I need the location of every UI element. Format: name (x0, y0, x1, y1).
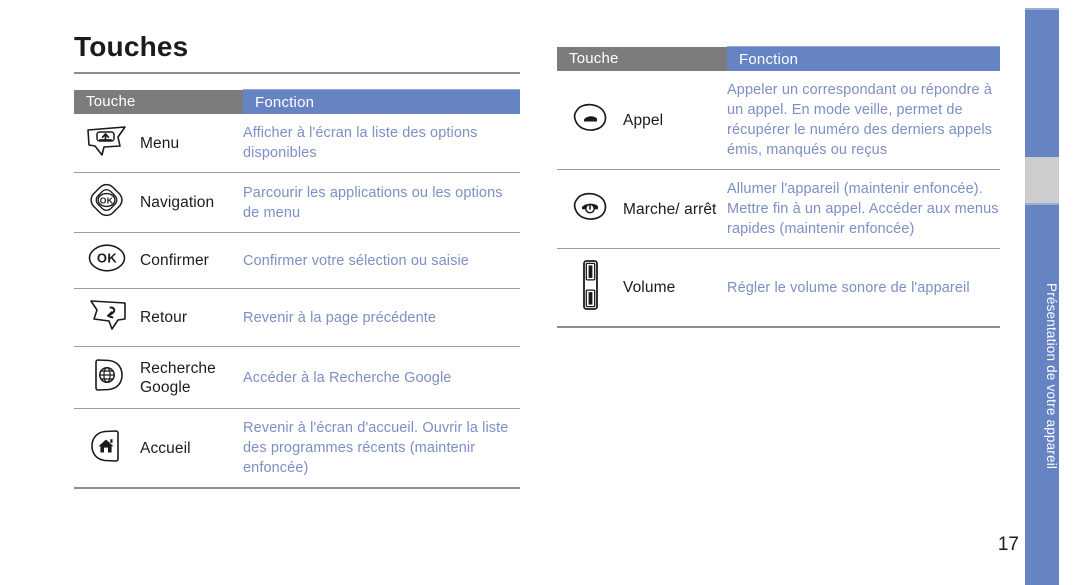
table-header-row: Touche Fonction (557, 46, 1001, 71)
sidebar-band-current-chapter (1025, 157, 1059, 203)
sidebar-band-bottom (1025, 203, 1059, 585)
key-name: Navigation (140, 172, 244, 233)
table-row: Retour Revenir à la page précédente (74, 288, 521, 347)
page-number: 17 (997, 534, 1019, 555)
key-icon-cell (557, 248, 623, 328)
google-search-key-icon (85, 356, 129, 394)
key-icon-cell (74, 408, 140, 489)
table-row: Menu Afficher à l'écran la liste des opt… (74, 114, 521, 173)
key-function: Revenir à l'écran d'accueil. Ouvrir la l… (243, 408, 521, 489)
column-header-touche: Touche (557, 46, 728, 71)
key-function: Accéder à la Recherche Google (243, 346, 521, 409)
table-row: Appel Appeler un correspondant ou répond… (557, 71, 1001, 170)
chapter-sidebar: Présentation de votre appareil (1025, 0, 1059, 585)
right-column: Touche Fonction Appel Appeler un corresp… (557, 46, 1001, 328)
key-function: Régler le volume sonore de l'appareil (727, 248, 1001, 328)
key-icon-cell (74, 346, 140, 409)
column-header-fonction: Fonction (727, 46, 1001, 71)
key-name: Marche/ arrêt (623, 169, 728, 249)
svg-text:OK: OK (100, 195, 114, 205)
key-name: Volume (623, 248, 728, 328)
left-column: Touches Touche Fonction Menu Afficher à … (74, 30, 521, 489)
menu-key-icon (84, 124, 130, 158)
key-icon-cell (74, 114, 140, 173)
table-row: Accueil Revenir à l'écran d'accueil. Ouv… (74, 408, 521, 489)
table-row: Marche/ arrêt Allumer l'appareil (mainte… (557, 169, 1001, 249)
column-header-fonction: Fonction (243, 89, 521, 114)
key-function: Appeler un correspondant ou répondre à u… (727, 71, 1001, 170)
key-icon-cell: OK (74, 232, 140, 289)
column-header-touche: Touche (74, 89, 244, 114)
key-function: Parcourir les applications ou les option… (243, 172, 521, 233)
key-name: Recherche Google (140, 346, 244, 409)
keys-table-left: Touche Fonction Menu Afficher à l'écran … (74, 89, 521, 489)
power-end-key-icon (566, 190, 614, 224)
table-header-row: Touche Fonction (74, 89, 521, 114)
key-icon-cell (74, 288, 140, 347)
key-icon-cell (557, 71, 623, 170)
page-title: Touches (74, 31, 189, 62)
key-function: Revenir à la page précédente (243, 288, 521, 347)
keys-table-right: Touche Fonction Appel Appeler un corresp… (557, 46, 1001, 328)
key-function: Confirmer votre sélection ou saisie (243, 232, 521, 289)
table-row: Volume Régler le volume sonore de l'appa… (557, 248, 1001, 328)
key-icon-cell: OK (74, 172, 140, 233)
document-page: Touches Touche Fonction Menu Afficher à … (0, 0, 1080, 585)
back-key-icon (84, 298, 130, 332)
title-divider (74, 72, 520, 74)
call-key-icon (566, 101, 614, 135)
svg-text:OK: OK (97, 251, 118, 266)
table-row: Recherche Google Accéder à la Recherche … (74, 346, 521, 409)
key-name: Confirmer (140, 232, 244, 289)
volume-key-icon (576, 258, 604, 312)
key-icon-cell (557, 169, 623, 249)
navigation-key-icon: OK (83, 182, 131, 218)
key-name: Appel (623, 71, 728, 170)
table-row: OK Confirmer Confirmer votre sélection o… (74, 232, 521, 289)
table-row: OK Navigation Parcourir les applications… (74, 172, 521, 233)
key-name: Accueil (140, 408, 244, 489)
key-name: Retour (140, 288, 244, 347)
key-name: Menu (140, 114, 244, 173)
key-function: Allumer l'appareil (maintenir enfoncée).… (727, 169, 1001, 249)
confirm-ok-key-icon: OK (83, 242, 131, 274)
home-key-icon (85, 427, 129, 465)
key-function: Afficher à l'écran la liste des options … (243, 114, 521, 173)
sidebar-band-top (1025, 8, 1059, 157)
